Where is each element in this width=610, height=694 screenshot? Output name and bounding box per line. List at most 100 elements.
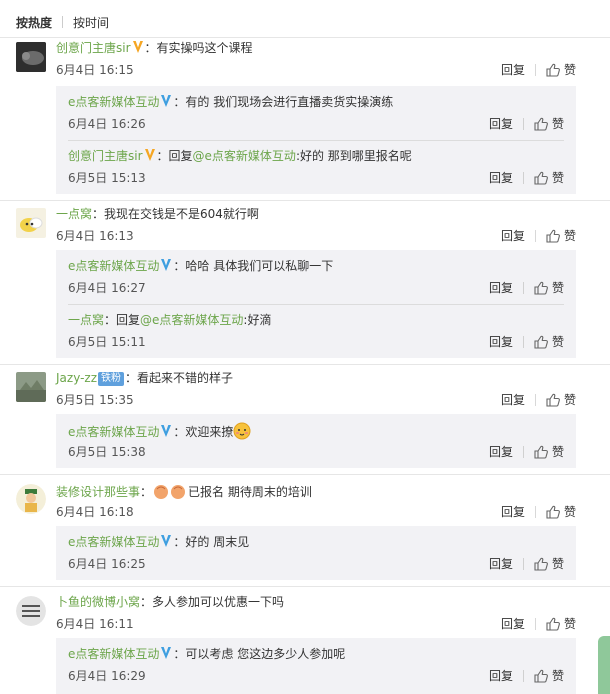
fist-emoji-icon: [154, 485, 186, 499]
reply-text-line: 创意门主唐sir ：回复@e点客新媒体互动:好的 那到哪里报名呢: [68, 148, 412, 164]
username-link[interactable]: 创意门主唐sir: [68, 149, 143, 163]
reply-button[interactable]: 回复: [489, 280, 513, 296]
verified-gold-icon: [144, 149, 155, 161]
verified-blue-icon: [161, 95, 172, 107]
reply-button[interactable]: 回复: [501, 504, 525, 520]
reply-button[interactable]: 回复: [489, 170, 513, 186]
like-button[interactable]: 赞: [564, 228, 576, 244]
comment-item: 一点窝：我现在交钱是不是604就行啊 6月4日 16:13 回复 赞 e点客新媒…: [0, 206, 610, 366]
action-divider: [534, 64, 536, 76]
reply-button[interactable]: 回复: [489, 668, 513, 684]
comment-text: ：多人参加可以优惠一下吗: [140, 595, 285, 609]
reply-item: 一点窝：回复@e点客新媒体互动:好滴 6月5日 15:11 回复 赞: [56, 304, 576, 358]
thumbs-up-icon[interactable]: [534, 171, 548, 185]
reply-text-line: e点客新媒体互动 ：哈哈 具体我们可以私聊一下: [68, 258, 333, 274]
reply-text: :好的 那到哪里报名呢: [295, 149, 412, 163]
like-button[interactable]: 赞: [552, 668, 564, 684]
like-button[interactable]: 赞: [552, 116, 564, 132]
action-divider: [534, 394, 536, 406]
comment-item: Jazy-zz 铁粉 ：看起来不错的样子 6月5日 15:35 回复 赞 e点客新媒…: [0, 370, 610, 476]
comment-text: ：看起来不错的样子: [125, 371, 234, 385]
avatar-image: [16, 42, 46, 72]
reply-list: e点客新媒体互动 ：哈哈 具体我们可以私聊一下 6月4日 16:27 回复 赞 一…: [56, 250, 576, 358]
sort-by-hot-tab[interactable]: 按热度: [16, 14, 52, 31]
sort-by-time-tab[interactable]: 按时间: [73, 14, 109, 31]
like-button[interactable]: 赞: [552, 280, 564, 296]
reply-list: e点客新媒体互动 ：好的 周末见 6月4日 16:25 回复 赞: [56, 526, 576, 580]
avatar[interactable]: [16, 596, 46, 626]
mention-link[interactable]: @e点客新媒体互动: [140, 313, 243, 327]
username-link[interactable]: e点客新媒体互动: [68, 535, 159, 549]
like-button[interactable]: 赞: [552, 334, 564, 350]
reply-button[interactable]: 回复: [489, 444, 513, 460]
comment-actions: 回复 赞: [501, 228, 576, 244]
reply-item: e点客新媒体互动 ：有的 我们现场会进行直播卖货实操演练 6月4日 16:26 回…: [56, 86, 576, 140]
username-link[interactable]: e点客新媒体互动: [68, 95, 159, 109]
mention-link[interactable]: @e点客新媒体互动: [193, 149, 296, 163]
reply-button[interactable]: 回复: [501, 392, 525, 408]
avatar[interactable]: [16, 208, 46, 238]
username-link[interactable]: Jazy-zz: [56, 371, 97, 385]
comment-text-line: 创意门主唐sir ：有实操吗这个课程: [56, 40, 253, 56]
username-link[interactable]: e点客新媒体互动: [68, 647, 159, 661]
scroll-to-top-tab[interactable]: [598, 636, 610, 694]
comment-time: 6月4日 16:18: [56, 505, 134, 519]
username-link[interactable]: 卜鱼的微博小窝: [56, 595, 140, 609]
like-button[interactable]: 赞: [564, 504, 576, 520]
comment-time: 6月5日 15:35: [56, 393, 134, 407]
username-link[interactable]: e点客新媒体互动: [68, 259, 159, 273]
username-link[interactable]: 创意门主唐sir: [56, 41, 131, 55]
thumbs-up-icon[interactable]: [546, 393, 560, 407]
thumbs-up-icon[interactable]: [534, 335, 548, 349]
reply-item: 创意门主唐sir ：回复@e点客新媒体互动:好的 那到哪里报名呢 6月5日 15:…: [56, 140, 576, 194]
reply-button[interactable]: 回复: [501, 228, 525, 244]
avatar[interactable]: [16, 372, 46, 402]
thumbs-up-icon[interactable]: [546, 617, 560, 631]
comment-text: ：: [140, 485, 153, 499]
action-divider: [522, 558, 524, 570]
like-button[interactable]: 赞: [564, 62, 576, 78]
thumbs-up-icon[interactable]: [546, 505, 560, 519]
reply-button[interactable]: 回复: [489, 116, 513, 132]
reply-list: e点客新媒体互动 ：可以考虑 您这边多少人参加呢 6月4日 16:29 回复 赞: [56, 638, 576, 694]
reply-text: ：欢迎来撩: [173, 425, 234, 439]
username-link[interactable]: 一点窝: [56, 207, 92, 221]
reply-button[interactable]: 回复: [501, 616, 525, 632]
top-divider: [0, 37, 610, 38]
comment-text-line: 一点窝：我现在交钱是不是604就行啊: [56, 206, 259, 222]
thumbs-up-icon[interactable]: [546, 229, 560, 243]
fan-badge: 铁粉: [98, 372, 125, 386]
avatar-image: [16, 484, 46, 514]
reply-button[interactable]: 回复: [489, 334, 513, 350]
reply-list: e点客新媒体互动 ：有的 我们现场会进行直播卖货实操演练 6月4日 16:26 回…: [56, 86, 576, 194]
thumbs-up-icon[interactable]: [534, 281, 548, 295]
thumbs-up-icon[interactable]: [546, 63, 560, 77]
avatar[interactable]: [16, 484, 46, 514]
reply-button[interactable]: 回复: [489, 556, 513, 572]
reply-text-line: 一点窝：回复@e点客新媒体互动:好滴: [68, 312, 271, 328]
like-button[interactable]: 赞: [552, 444, 564, 460]
like-button[interactable]: 赞: [552, 170, 564, 186]
thumbs-up-icon[interactable]: [534, 669, 548, 683]
avatar-image: [16, 372, 46, 402]
username-link[interactable]: e点客新媒体互动: [68, 425, 159, 439]
username-link[interactable]: 一点窝: [68, 313, 104, 327]
reply-button[interactable]: 回复: [501, 62, 525, 78]
comment-actions: 回复 赞: [501, 62, 576, 78]
reply-time: 6月5日 15:13: [68, 171, 146, 185]
reply-item: e点客新媒体互动 ：欢迎来撩 6月5日 15:38 回复 赞: [56, 414, 576, 468]
thumbs-up-icon[interactable]: [534, 445, 548, 459]
like-button[interactable]: 赞: [564, 392, 576, 408]
avatar-image: [16, 208, 46, 238]
comment-text-after: 已报名 期待周末的培训: [188, 485, 312, 499]
reply-text-line: e点客新媒体互动 ：有的 我们现场会进行直播卖货实操演练: [68, 94, 393, 110]
reply-item: e点客新媒体互动 ：好的 周末见 6月4日 16:25 回复 赞: [56, 526, 576, 580]
username-link[interactable]: 装修设计那些事: [56, 485, 140, 499]
sort-divider: [62, 16, 64, 28]
like-button[interactable]: 赞: [552, 556, 564, 572]
thumbs-up-icon[interactable]: [534, 117, 548, 131]
like-button[interactable]: 赞: [564, 616, 576, 632]
avatar[interactable]: [16, 42, 46, 72]
thumbs-up-icon[interactable]: [534, 557, 548, 571]
reply-text: ：可以考虑 您这边多少人参加呢: [173, 647, 346, 661]
